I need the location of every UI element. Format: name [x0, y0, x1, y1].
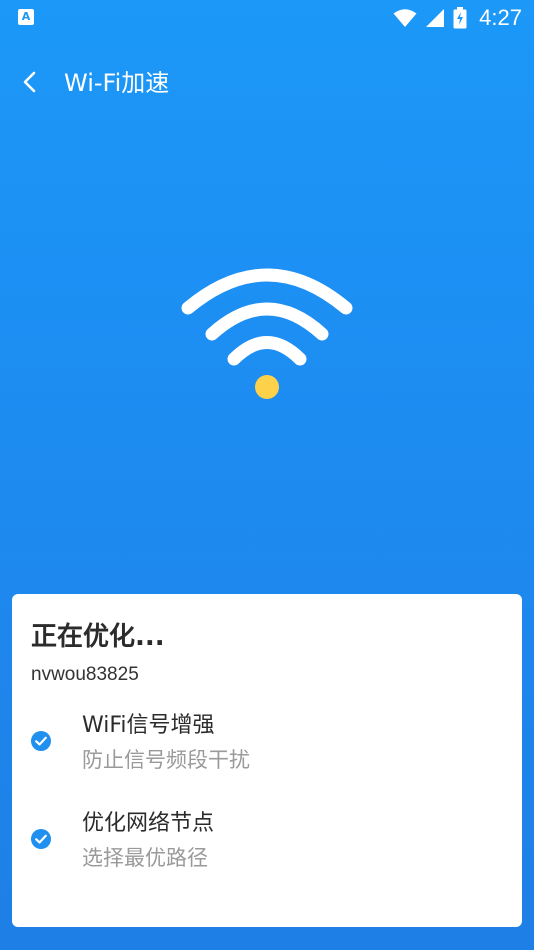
app-bar: Wi-Fi加速 — [0, 46, 534, 116]
check-circle-icon — [31, 731, 51, 751]
item-title: WiFi信号增强 — [82, 713, 215, 738]
back-button[interactable] — [8, 60, 52, 104]
network-ssid: nvwou83825 — [31, 664, 139, 685]
item-subtitle: 选择最优路径 — [82, 846, 208, 870]
wifi-icon — [181, 268, 353, 399]
list-item: WiFi信号增强 防止信号频段干扰 — [12, 697, 522, 777]
list-item: 优化网络节点 选择最优路径 — [12, 795, 522, 875]
status-time: 4:27 — [479, 5, 522, 30]
back-arrow-icon — [23, 71, 36, 93]
card-title: 正在优化... — [31, 622, 165, 652]
item-title: 优化网络节点 — [82, 811, 215, 836]
status-icons: 4:27 — [393, 4, 522, 32]
wifi-dot — [255, 375, 279, 399]
page-title: Wi-Fi加速 — [64, 69, 170, 97]
battery-icon — [453, 7, 467, 29]
item-subtitle: 防止信号频段干扰 — [82, 748, 250, 772]
cell-signal-icon — [426, 9, 445, 27]
app-notification-icon: A — [18, 9, 34, 25]
status-bar: A 4:27 — [0, 0, 534, 36]
wifi-icon — [393, 9, 417, 27]
check-circle-icon — [31, 829, 51, 849]
optimization-card: 正在优化... nvwou83825 WiFi信号增强 防止信号频段干扰 优化网… — [12, 594, 522, 927]
